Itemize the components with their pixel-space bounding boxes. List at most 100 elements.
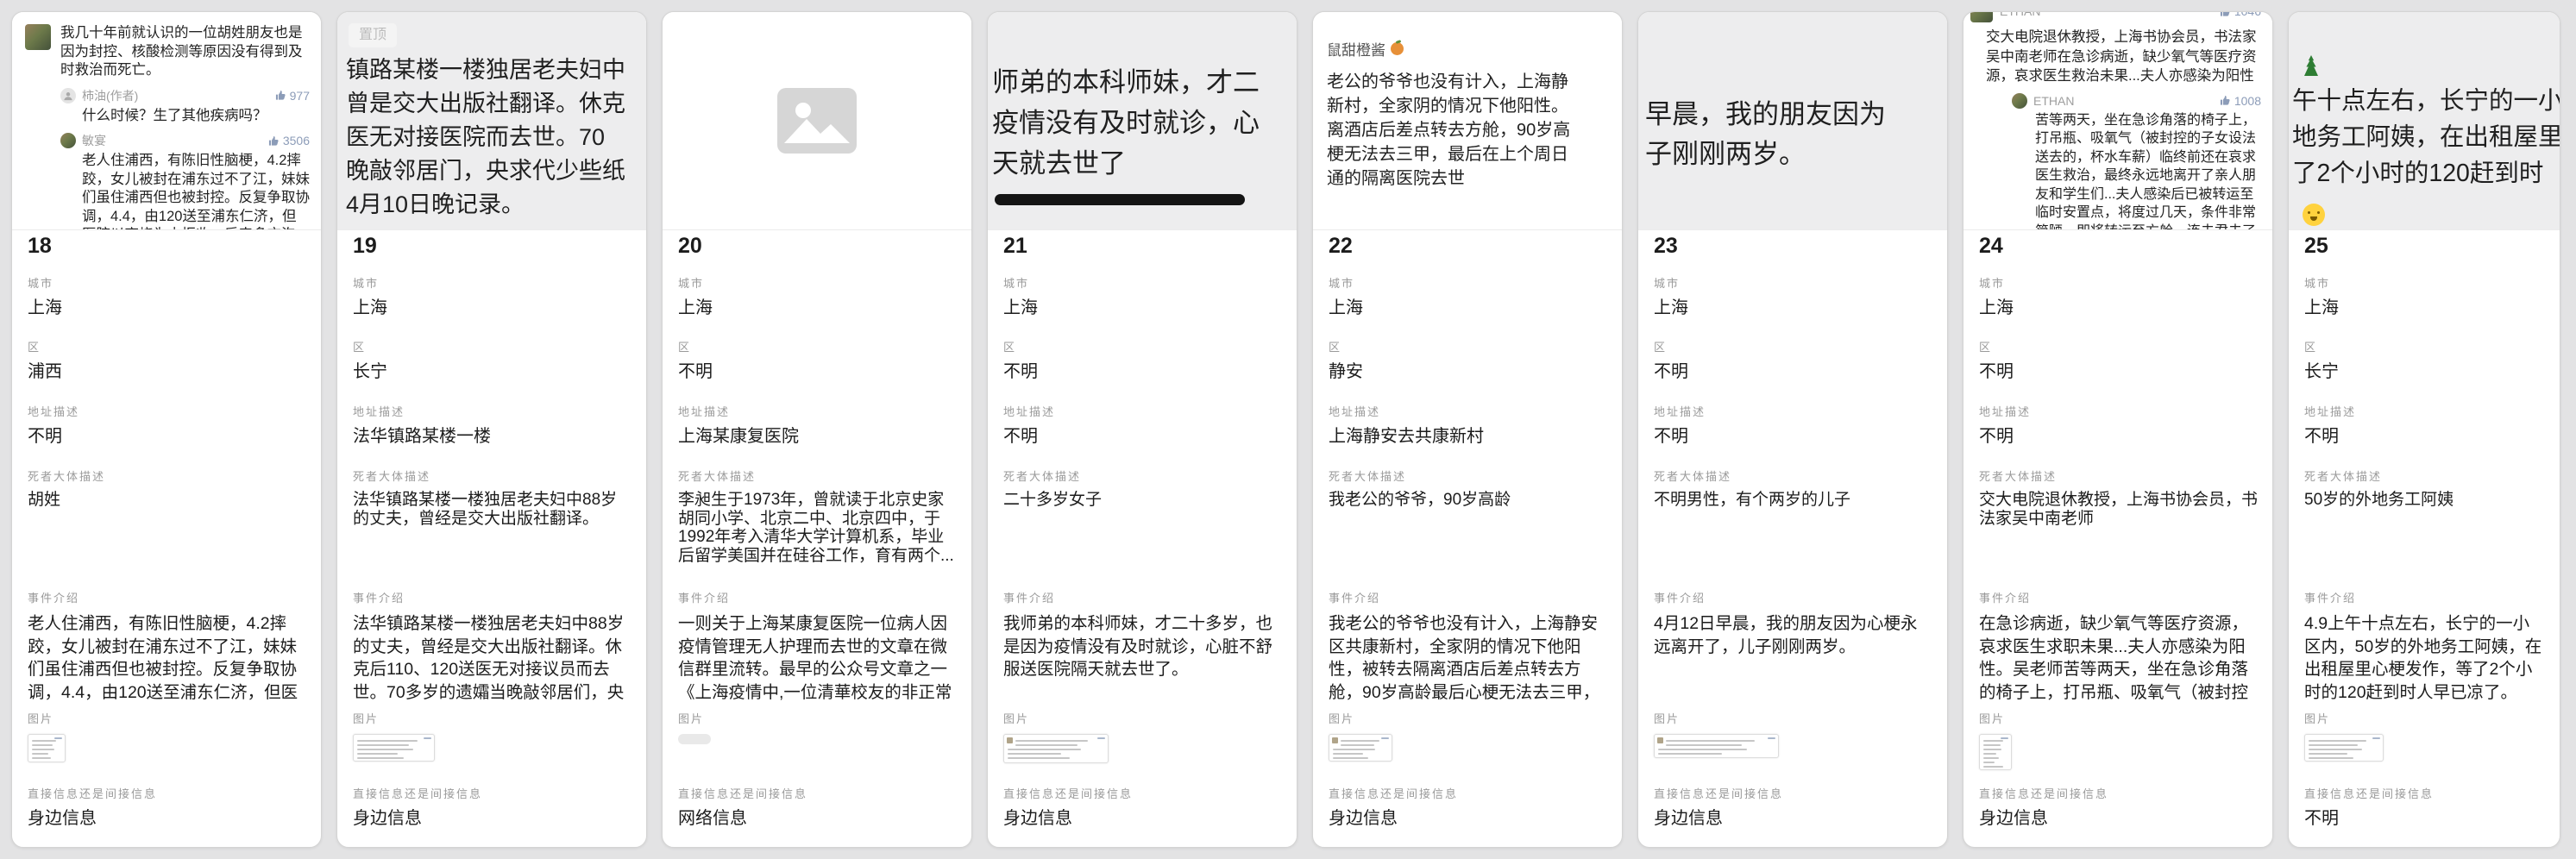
attachment-thumbnail[interactable] (678, 734, 711, 744)
text-line: 地务工阿姨，在出租屋里 (2292, 119, 2560, 155)
record-cover-image[interactable]: 鼠甜橙酱老公的爷爷也没有计入，上海静新村，全家阴的情况下他阳性。离酒店后差点转去… (1313, 12, 1622, 230)
avatar (25, 24, 51, 50)
pinned-badge: 置顶 (349, 23, 397, 47)
thumbnail-text-line (1666, 740, 1755, 742)
field-value-direct: 身边信息 (28, 808, 307, 830)
thumbnail-text-line (357, 757, 404, 759)
field-label-image: 图片 (1979, 710, 2259, 726)
field-image: 图片 (678, 710, 958, 744)
field-label-deceased: 死者大体描述 (28, 467, 307, 484)
field-value-city: 上海 (353, 298, 632, 319)
thumbnail-text-line (32, 744, 53, 746)
field-value-district: 静安 (1329, 361, 1608, 383)
text-line: 曾是交大出版社翻译。休克 (346, 87, 646, 121)
record-cover-image[interactable]: 午十点左右，长宁的一小地务工阿姨，在出租屋里了2个小时的120赶到时 (2289, 12, 2560, 230)
thumbnail-avatar (1657, 737, 1663, 743)
attachment-thumbnail[interactable] (1654, 734, 1779, 758)
field-event: 事件介绍 我师弟的本科师妹，才二十多岁，也是因为疫情没有及时就诊，心脏不舒服送医… (1003, 589, 1283, 681)
record-card[interactable]: ETHAN1046交大电院退休教授，上海书协会员，书法家吴中南老师在急诊病逝，缺… (1963, 11, 2273, 848)
field-label-address: 地址描述 (1329, 403, 1608, 419)
thumbnail-text-line (2309, 740, 2366, 742)
record-number: 19 (353, 234, 377, 259)
field-direct: 直接信息还是间接信息 身边信息 (1979, 785, 2259, 830)
field-value-city: 上海 (28, 298, 307, 319)
field-value-direct: 身边信息 (1003, 808, 1283, 830)
attachment-thumbnail[interactable] (1979, 734, 2012, 770)
field-label-district: 区 (1979, 338, 2259, 354)
record-card[interactable]: 置顶镇路某楼一楼独居老夫妇中曾是交大出版社翻译。休克医无对接医院而去世。70晚敲… (336, 11, 647, 848)
field-city: 城市 上海 (2304, 274, 2546, 319)
record-card[interactable]: 早晨，我的朋友因为子刚刚两岁。 23 城市 上海 区 不明 地址描述 不明 死者… (1637, 11, 1948, 848)
thumbnail-text-line (357, 753, 398, 755)
record-cover-image[interactable]: ETHAN1046交大电院退休教授，上海书协会员，书法家吴中南老师在急诊病逝，缺… (1963, 12, 2272, 230)
field-value-address: 上海某康复医院 (678, 426, 958, 448)
thumbnail-likes (54, 737, 62, 739)
field-value-city: 上海 (1003, 298, 1283, 319)
attachment-thumbnail[interactable] (28, 734, 66, 762)
attachment-thumbnail[interactable] (353, 734, 435, 762)
record-cover-image[interactable]: 师弟的本科师妹，才二疫情没有及时就诊，心天就去世了 (988, 12, 1297, 230)
thumbnail-text-line (2309, 753, 2347, 755)
field-value-direct: 网络信息 (678, 808, 958, 830)
thumbnail-text-line (32, 749, 54, 750)
field-event: 事件介绍 在急诊病逝，缺少氧气等医疗资源，哀求医生求职未果...夫人亦感染为阳性… (1979, 589, 2259, 705)
field-direct: 直接信息还是间接信息 身边信息 (353, 785, 632, 830)
field-value-event: 法华镇路某楼一楼独居老夫妇中88岁的丈夫，曾经是交大出版社翻译。休克后110、1… (353, 612, 632, 705)
field-value-address: 法华镇路某楼一楼 (353, 426, 632, 448)
thumbnail-text-line (1333, 749, 1375, 750)
field-label-address: 地址描述 (1654, 403, 1933, 419)
record-card[interactable]: 我几十年前就认识的一位胡姓朋友也是因为封控、核酸检测等原因没有得到及时救治而死亡… (11, 11, 322, 848)
field-value-event: 一则关于上海某康复医院一位病人因疫情管理无人护理而去世的文章在微信群里流转。最早… (678, 612, 958, 705)
field-label-direct: 直接信息还是间接信息 (1654, 785, 1933, 801)
field-direct: 直接信息还是间接信息 不明 (2304, 785, 2546, 830)
text-line: 梗无法去三甲，最后在上个周日 (1327, 142, 1622, 166)
field-label-direct: 直接信息还是间接信息 (1979, 785, 2259, 801)
field-image: 图片 (1979, 710, 2259, 770)
field-address: 地址描述 法华镇路某楼一楼 (353, 403, 632, 448)
attachment-thumbnail[interactable] (1003, 734, 1109, 763)
wechat-comment: 我几十年前就认识的一位胡姓朋友也是因为封控、核酸检测等原因没有得到及时救治而死亡… (12, 12, 321, 80)
field-label-district: 区 (678, 338, 958, 354)
commenter-name: 柿油(作者) (82, 87, 269, 104)
text-line: 子刚刚两岁。 (1645, 135, 1947, 174)
field-value-deceased: 法华镇路某楼一楼独居老夫妇中88岁的丈夫，曾经是交大出版社翻译。 (353, 491, 632, 528)
field-deceased: 死者大体描述 交大电院退休教授，上海书协会员，书法家吴中南老师 (1979, 467, 2259, 528)
clipped-comment-header: ETHAN1046 (1970, 12, 2261, 22)
record-cover-image[interactable]: 置顶镇路某楼一楼独居老夫妇中曾是交大出版社翻译。休克医无对接医院而去世。70晚敲… (337, 12, 646, 230)
field-label-deceased: 死者大体描述 (1329, 467, 1608, 484)
record-card[interactable]: 鼠甜橙酱老公的爷爷也没有计入，上海静新村，全家阴的情况下他阳性。离酒店后差点转去… (1312, 11, 1623, 848)
record-card[interactable]: 师弟的本科师妹，才二疫情没有及时就诊，心天就去世了 21 城市 上海 区 不明 … (987, 11, 1297, 848)
field-address: 地址描述 不明 (1979, 403, 2259, 448)
field-value-address: 不明 (1003, 426, 1283, 448)
attachment-thumbnail[interactable] (1329, 734, 1392, 762)
field-value-district: 浦西 (28, 361, 307, 383)
field-label-district: 区 (1329, 338, 1608, 354)
field-address: 地址描述 不明 (2304, 403, 2546, 448)
thumbs-up-icon (2220, 95, 2231, 106)
field-district: 区 不明 (1654, 338, 1933, 383)
field-label-address: 地址描述 (678, 403, 958, 419)
field-direct: 直接信息还是间接信息 身边信息 (1003, 785, 1283, 830)
field-label-event: 事件介绍 (1654, 589, 1933, 605)
field-label-district: 区 (28, 338, 307, 354)
field-city: 城市 上海 (1654, 274, 1933, 319)
field-label-address: 地址描述 (2304, 403, 2546, 419)
record-cover-image[interactable] (663, 12, 971, 230)
record-card[interactable]: 午十点左右，长宁的一小地务工阿姨，在出租屋里了2个小时的120赶到时 25 城市… (2288, 11, 2560, 848)
field-label-event: 事件介绍 (678, 589, 958, 605)
record-cover-image[interactable]: 我几十年前就认识的一位胡姓朋友也是因为封控、核酸检测等原因没有得到及时救治而死亡… (12, 12, 321, 230)
thumbnail-text-line (1008, 749, 1081, 750)
commenter-name-text: 鼠甜橙酱 (1327, 38, 1385, 60)
record-cover-image[interactable]: 早晨，我的朋友因为子刚刚两岁。 (1638, 12, 1947, 230)
thumbnail-text-line (1015, 740, 1088, 742)
like-count: 1008 (2220, 94, 2261, 108)
thumbnail-text-line (2309, 757, 2353, 759)
record-card[interactable]: 20 城市 上海 区 不明 地址描述 上海某康复医院 死者大体描述 李昶生于19… (662, 11, 972, 848)
field-value-district: 不明 (1979, 361, 2259, 383)
text-line: 镇路某楼一楼独居老夫妇中 (346, 53, 646, 87)
thumbnail-likes (2372, 737, 2380, 739)
like-count-value: 3506 (283, 134, 310, 147)
field-value-deceased: 不明男性，有个两岁的儿子 (1654, 491, 1933, 510)
attachment-thumbnail[interactable] (2304, 734, 2384, 762)
field-label-event: 事件介绍 (28, 589, 307, 605)
